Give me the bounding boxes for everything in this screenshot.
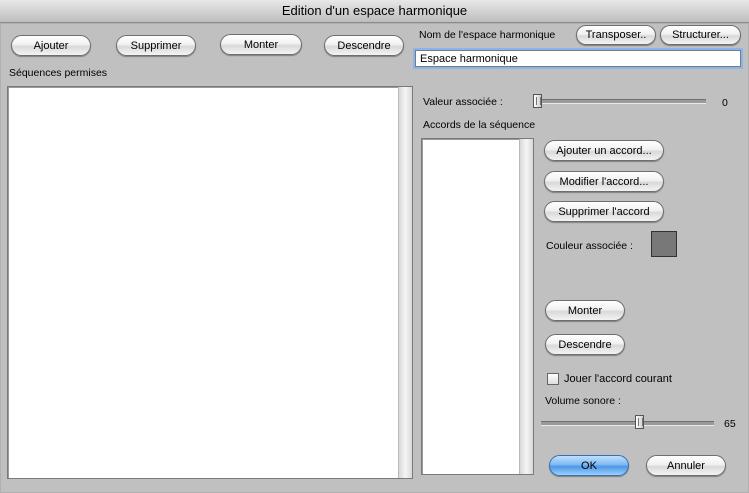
chords-scrollbar[interactable] — [519, 139, 533, 474]
window-title: Edition d'un espace harmonique — [281, 3, 468, 18]
ok-button[interactable]: OK — [549, 455, 629, 476]
add-chord-button[interactable]: Ajouter un accord... — [544, 140, 664, 161]
modify-chord-button[interactable]: Modifier l'accord... — [544, 171, 664, 192]
play-current-label: Jouer l'accord courant — [564, 373, 672, 385]
associated-value-label: Valeur associée : — [423, 96, 503, 108]
chords-label: Accords de la séquence — [423, 119, 536, 131]
name-field-label: Nom de l'espace harmonique — [419, 29, 556, 41]
associated-value-slider-track[interactable] — [533, 99, 706, 104]
transpose-button[interactable]: Transposer.. — [576, 25, 656, 45]
chords-list[interactable] — [421, 138, 534, 475]
sequences-scrollbar[interactable] — [398, 87, 412, 478]
associated-value-slider-thumb[interactable] — [533, 94, 542, 108]
sequences-label: Séquences permises — [9, 67, 108, 79]
move-up-sequence-button[interactable]: Monter — [220, 34, 302, 55]
color-label: Couleur associée : — [546, 240, 633, 252]
move-up-chord-button[interactable]: Monter — [545, 300, 625, 321]
window-title-bar: Edition d'un espace harmonique — [0, 0, 749, 23]
delete-chord-button[interactable]: Supprimer l'accord — [544, 201, 664, 222]
add-sequence-button[interactable]: Ajouter — [11, 35, 91, 56]
cancel-button[interactable]: Annuler — [646, 455, 726, 476]
associated-value-readout: 0 — [722, 97, 728, 109]
structure-button[interactable]: Structurer... — [660, 25, 741, 45]
sequences-list[interactable] — [7, 86, 413, 479]
volume-slider-track[interactable] — [541, 421, 714, 426]
name-field[interactable] — [415, 50, 741, 67]
play-current-checkbox[interactable] — [547, 373, 559, 385]
volume-slider-thumb[interactable] — [635, 415, 644, 429]
move-down-sequence-button[interactable]: Descendre — [324, 35, 404, 56]
delete-sequence-button[interactable]: Supprimer — [116, 35, 196, 56]
volume-label: Volume sonore : — [545, 395, 621, 407]
volume-readout: 65 — [724, 418, 736, 430]
move-down-chord-button[interactable]: Descendre — [545, 334, 625, 355]
color-swatch[interactable] — [651, 231, 677, 257]
